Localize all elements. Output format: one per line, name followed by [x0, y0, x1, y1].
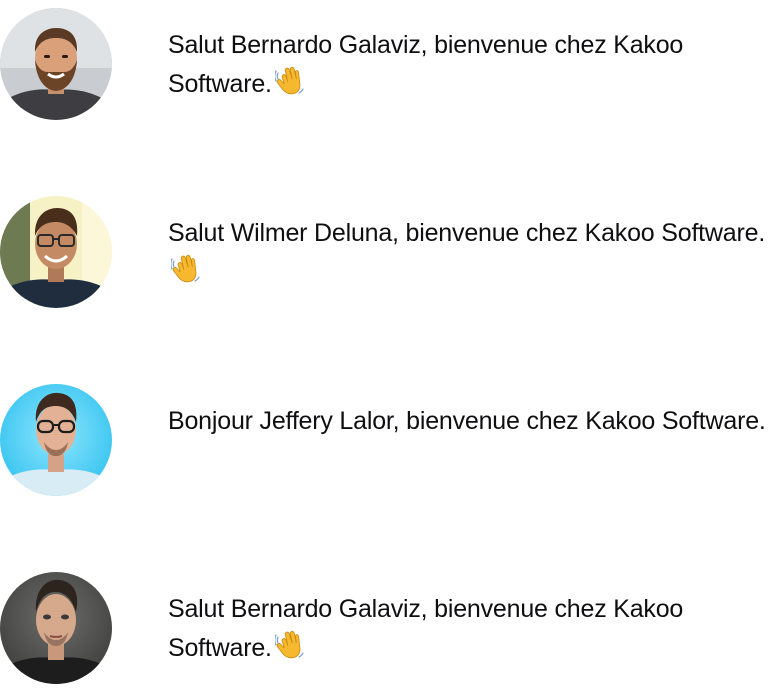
greeting-item: Salut Bernardo Galaviz, bienvenue chez K… — [0, 572, 784, 684]
greeting-message: Salut Wilmer Deluna, bienvenue chez Kako… — [168, 214, 768, 292]
avatar — [0, 572, 112, 684]
greeting-item: Salut Bernardo Galaviz, bienvenue chez K… — [0, 8, 784, 120]
waving-hand-icon — [275, 66, 305, 96]
greeting-message: Bonjour Jeffery Lalor, bienvenue chez Ka… — [168, 402, 768, 441]
greeting-text: Salut Bernardo Galaviz, bienvenue chez K… — [168, 595, 684, 662]
waving-hand-icon — [171, 254, 201, 284]
greeting-message: Salut Bernardo Galaviz, bienvenue chez K… — [168, 590, 768, 668]
greeting-text: Salut Bernardo Galaviz, bienvenue chez K… — [168, 31, 684, 98]
waving-hand-icon — [275, 630, 305, 660]
greeting-item: Bonjour Jeffery Lalor, bienvenue chez Ka… — [0, 384, 784, 496]
greeting-text: Salut Wilmer Deluna, bienvenue chez Kako… — [168, 219, 766, 247]
avatar — [0, 8, 112, 120]
avatar — [0, 384, 112, 496]
avatar — [0, 196, 112, 308]
greeting-text: Bonjour Jeffery Lalor, bienvenue chez Ka… — [168, 407, 766, 435]
greeting-message: Salut Bernardo Galaviz, bienvenue chez K… — [168, 26, 768, 104]
greeting-item: Salut Wilmer Deluna, bienvenue chez Kako… — [0, 196, 784, 308]
greeting-list: Salut Bernardo Galaviz, bienvenue chez K… — [0, 0, 784, 694]
